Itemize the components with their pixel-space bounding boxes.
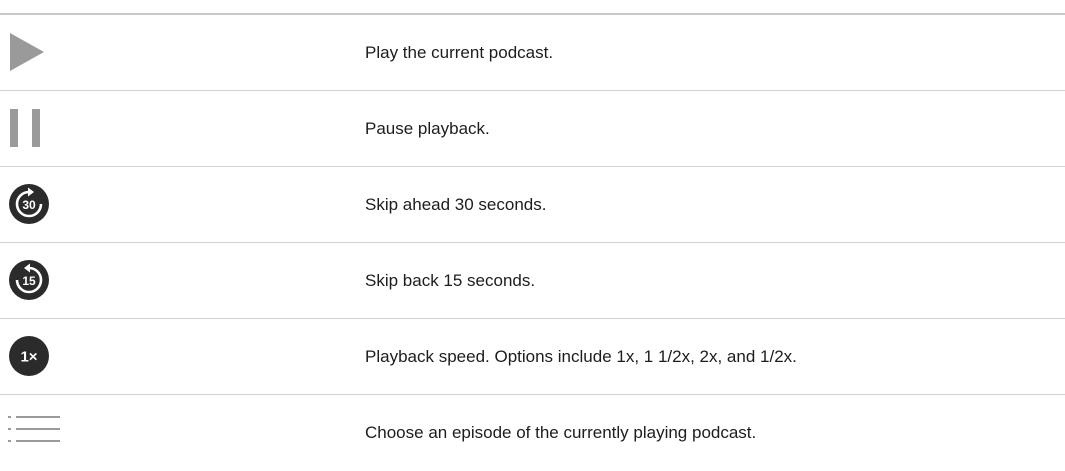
- table-row-skip-forward: 30 Skip ahead 30 seconds.: [0, 167, 1065, 243]
- row-description: Play the current podcast.: [365, 43, 554, 62]
- skip-forward-label: 30: [22, 198, 36, 212]
- row-description: Pause playback.: [365, 119, 490, 138]
- table-row-play: Play the current podcast.: [0, 15, 1065, 91]
- icon-cell: [6, 15, 66, 91]
- table-row-skip-back: 15 Skip back 15 seconds.: [0, 243, 1065, 319]
- row-description: Skip ahead 30 seconds.: [365, 195, 547, 214]
- skip-back-15-icon: 15: [9, 260, 49, 300]
- pause-icon: [10, 109, 40, 147]
- icon-cell: [6, 395, 66, 471]
- table-row-episode-list: Choose an episode of the currently playi…: [0, 395, 1065, 471]
- row-description: Skip back 15 seconds.: [365, 271, 536, 290]
- icon-cell: 30: [6, 167, 66, 243]
- controls-table: Play the current podcast. Pause playback…: [0, 0, 1065, 465]
- table-row-pause: Pause playback.: [0, 91, 1065, 167]
- playback-speed-icon: 1×: [9, 336, 49, 376]
- row-description: Choose an episode of the currently playi…: [365, 423, 757, 442]
- table-row-playback-speed: 1× Playback speed. Options include 1x, 1…: [0, 319, 1065, 395]
- icon-cell: 15: [6, 243, 66, 319]
- skip-forward-30-icon: 30: [9, 184, 49, 224]
- icon-cell: 1×: [6, 319, 66, 395]
- skip-back-label: 15: [22, 274, 36, 288]
- episode-list-icon: [8, 416, 60, 442]
- play-icon: [10, 33, 44, 71]
- playback-speed-label: 1×: [20, 349, 37, 366]
- icon-cell: [6, 91, 66, 167]
- row-description: Playback speed. Options include 1x, 1 1/…: [365, 347, 797, 366]
